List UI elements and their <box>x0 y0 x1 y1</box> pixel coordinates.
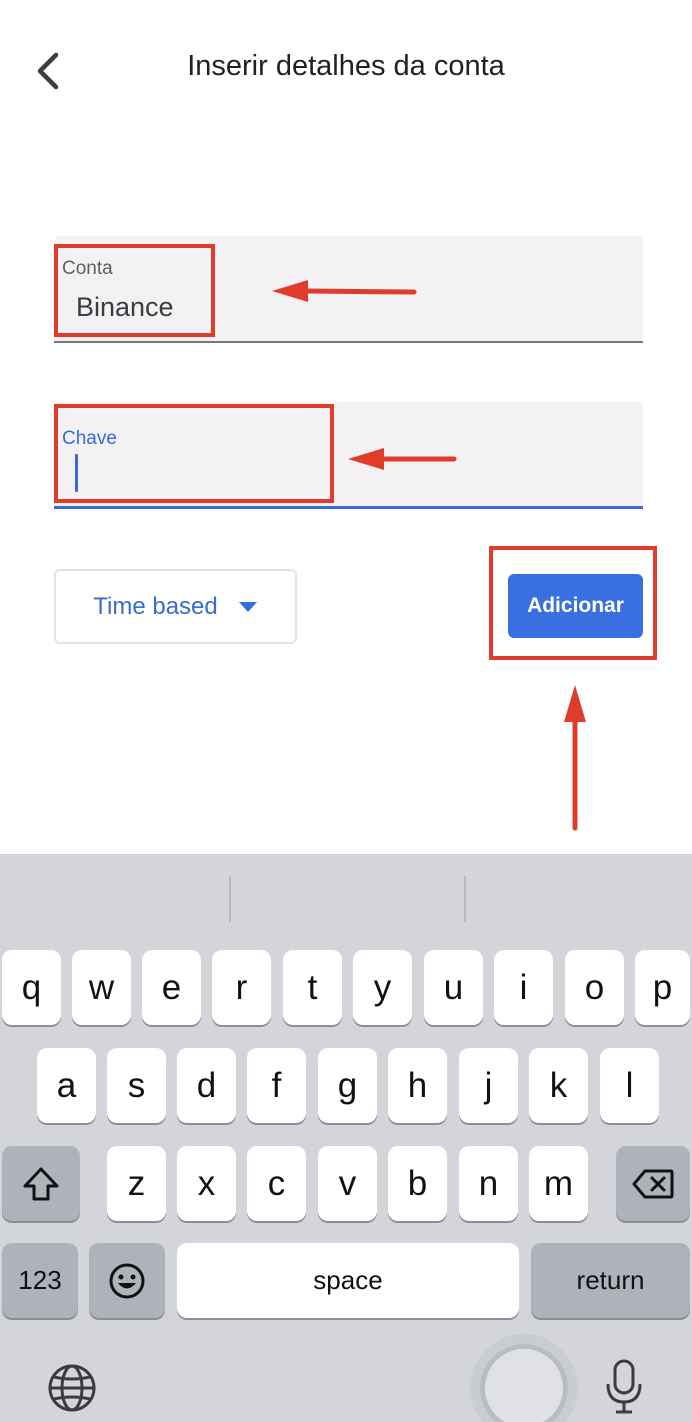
key-b[interactable]: b <box>388 1146 447 1221</box>
key-a[interactable]: a <box>37 1048 96 1123</box>
key-t[interactable]: t <box>283 950 342 1025</box>
key-z[interactable]: z <box>107 1146 166 1221</box>
key-y[interactable]: y <box>353 950 412 1025</box>
suggestion-divider <box>229 876 231 922</box>
globe-icon <box>48 1364 96 1412</box>
key-j[interactable]: j <box>459 1048 518 1123</box>
backspace-key[interactable] <box>616 1146 690 1221</box>
space-key[interactable]: space <box>177 1243 519 1318</box>
key-e[interactable]: e <box>142 950 201 1025</box>
key-m[interactable]: m <box>529 1146 588 1221</box>
key-i[interactable]: i <box>494 950 553 1025</box>
key-v[interactable]: v <box>318 1146 377 1221</box>
key-k[interactable]: k <box>529 1048 588 1123</box>
shift-key[interactable] <box>2 1146 80 1221</box>
arrow-to-account <box>272 280 417 302</box>
shift-icon <box>23 1167 59 1200</box>
key-r[interactable]: r <box>212 950 271 1025</box>
key-q[interactable]: q <box>2 950 61 1025</box>
microphone-button[interactable] <box>598 1356 650 1418</box>
key-x[interactable]: x <box>177 1146 236 1221</box>
key-u[interactable]: u <box>424 950 483 1025</box>
key-f[interactable]: f <box>247 1048 306 1123</box>
key-l[interactable]: l <box>600 1048 659 1123</box>
key-w[interactable]: w <box>72 950 131 1025</box>
home-indicator-inner <box>485 1349 563 1422</box>
on-screen-keyboard: q w e r t y u i o p a s d f g h j k l z … <box>0 854 692 1422</box>
return-key[interactable]: return <box>531 1243 690 1318</box>
emoji-key[interactable] <box>89 1243 165 1318</box>
key-c[interactable]: c <box>247 1146 306 1221</box>
key-g[interactable]: g <box>318 1048 377 1123</box>
globe-button[interactable] <box>44 1360 100 1416</box>
arrow-to-add <box>564 685 586 831</box>
home-indicator-button[interactable] <box>470 1334 578 1422</box>
emoji-icon <box>109 1263 145 1298</box>
key-p[interactable]: p <box>635 950 690 1025</box>
annotation-arrows <box>272 280 586 831</box>
suggestion-divider <box>464 876 466 922</box>
key-d[interactable]: d <box>177 1048 236 1123</box>
key-s[interactable]: s <box>107 1048 166 1123</box>
key-n[interactable]: n <box>459 1146 518 1221</box>
backspace-icon <box>632 1169 674 1198</box>
key-o[interactable]: o <box>565 950 624 1025</box>
key-h[interactable]: h <box>388 1048 447 1123</box>
microphone-icon <box>606 1359 642 1414</box>
arrow-to-key <box>348 448 457 470</box>
numbers-key[interactable]: 123 <box>2 1243 78 1318</box>
